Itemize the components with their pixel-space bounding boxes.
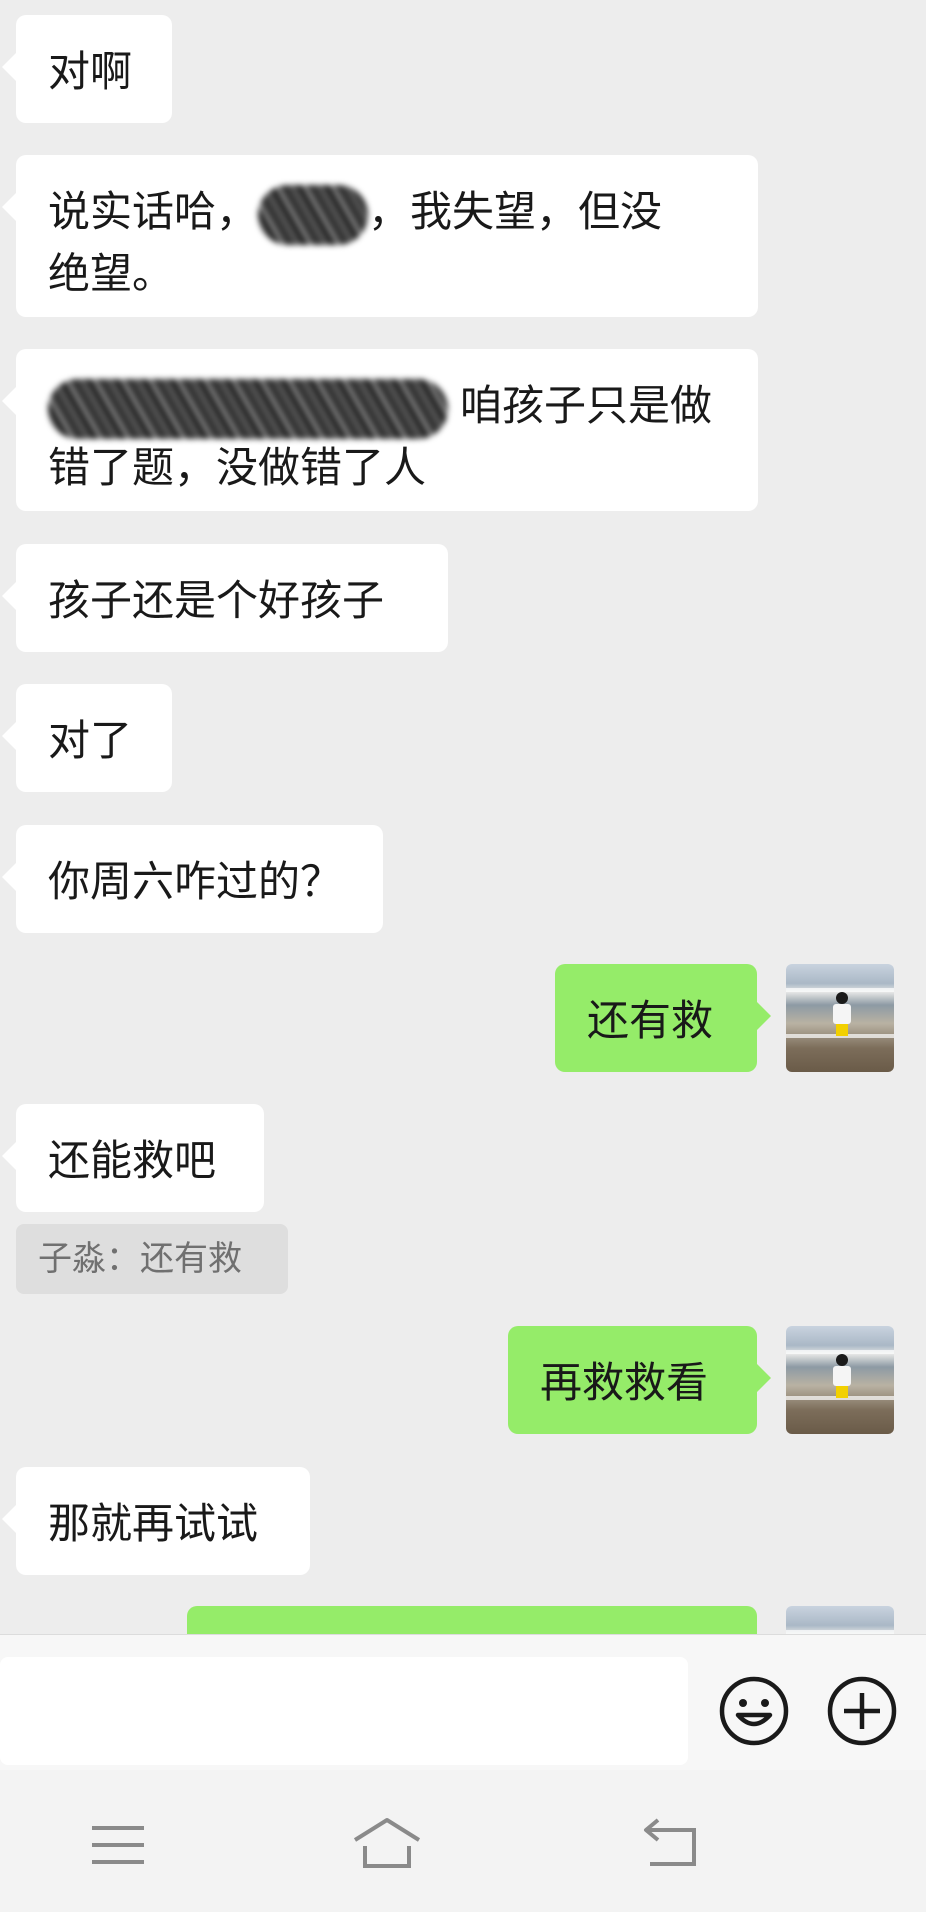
menu-button[interactable]: [78, 1810, 158, 1880]
redacted-name: [258, 184, 369, 245]
message-bubble[interactable]: 那就再试试: [2, 1467, 310, 1575]
menu-icon: [92, 1826, 144, 1864]
home-button[interactable]: [347, 1810, 427, 1880]
message-text: 还能救吧: [48, 1136, 217, 1185]
message-text: ，我失望，但没: [368, 187, 663, 236]
system-nav-bar: [0, 1770, 926, 1912]
message-bubble[interactable]: 咱孩子只是做 错了题，没做错了人: [2, 349, 758, 511]
message-text: 咱孩子只是做: [460, 381, 713, 430]
message-bubble[interactable]: 你周六咋过的？: [2, 825, 383, 933]
message-text: 那就再试试: [48, 1499, 259, 1548]
emoji-button[interactable]: [718, 1675, 790, 1747]
message-bubble[interactable]: 对了: [2, 684, 172, 792]
user-avatar[interactable]: [786, 1326, 894, 1434]
message-text: 孩子还是个好孩子: [48, 576, 385, 625]
home-icon: [353, 1818, 421, 1868]
plus-circle-icon: [827, 1676, 897, 1746]
user-avatar[interactable]: [786, 1606, 894, 1634]
chat-area[interactable]: 对啊 说实话哈， ，我失望，但没 绝望。 咱孩子只是做 错了题，没做错了人 孩子还…: [0, 0, 926, 1634]
message-line: 错了题，没做错了人: [48, 442, 427, 492]
back-button[interactable]: [630, 1810, 710, 1880]
message-text: 说实话哈，: [48, 187, 259, 236]
message-bubble[interactable]: 对啊: [2, 15, 172, 123]
quoted-message[interactable]: 子淼：还有救: [16, 1224, 288, 1294]
message-text: 还有救: [587, 996, 714, 1045]
message-line: 咱孩子只是做: [48, 377, 726, 439]
message-text: 再救救看: [540, 1358, 709, 1407]
message-text: 对了: [48, 716, 133, 765]
back-icon: [644, 1818, 696, 1866]
message-bubble[interactable]: 还有救: [555, 964, 771, 1072]
input-bar: [0, 1634, 926, 1771]
message-line: 说实话哈， ，我失望，但没: [48, 183, 726, 245]
message-bubble[interactable]: 再救救看: [508, 1326, 771, 1434]
message-text: 对啊: [48, 47, 133, 96]
message-text: 你周六咋过的？: [48, 857, 343, 906]
message-bubble[interactable]: 说实话哈， ，我失望，但没 绝望。: [2, 155, 758, 317]
message-line: 绝望。: [48, 248, 175, 298]
message-bubble[interactable]: 还能救吧: [2, 1104, 264, 1212]
message-bubble-partial[interactable]: [187, 1606, 757, 1634]
redacted-text: [48, 378, 448, 439]
smiley-icon: [719, 1676, 789, 1746]
user-avatar[interactable]: [786, 964, 894, 1072]
more-button[interactable]: [826, 1675, 898, 1747]
message-bubble[interactable]: 孩子还是个好孩子: [2, 544, 448, 652]
message-input[interactable]: [0, 1657, 688, 1765]
